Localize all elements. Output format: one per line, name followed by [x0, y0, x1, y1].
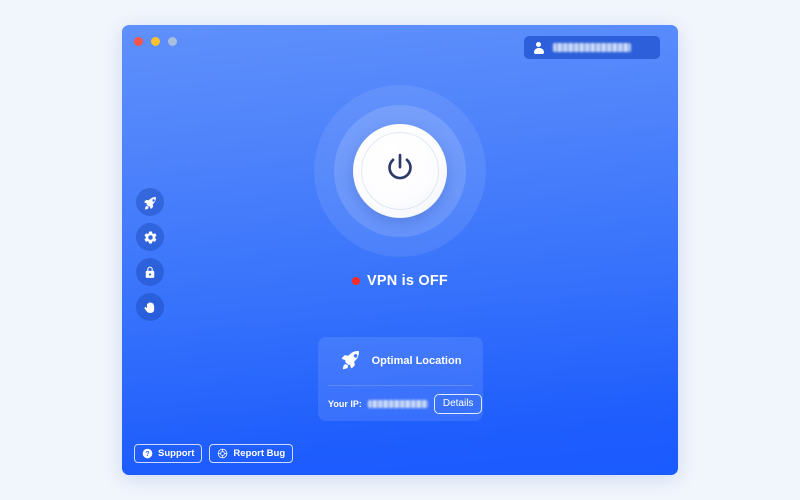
optimal-location-label: Optimal Location [371, 355, 462, 367]
support-label: Support [158, 448, 195, 459]
optimal-location-card: Optimal Location Your IP: Details [318, 337, 483, 421]
close-window-button[interactable] [134, 37, 143, 46]
vpn-power-toggle-button[interactable] [314, 85, 486, 257]
svg-text:?: ? [145, 451, 149, 458]
bug-target-icon [217, 448, 228, 459]
support-button[interactable]: ? Support [134, 444, 203, 463]
status-indicator-dot [352, 277, 361, 285]
rocket-icon [340, 348, 362, 375]
report-bug-button[interactable]: Report Bug [209, 444, 294, 463]
ip-value-redacted [367, 399, 428, 408]
report-bug-label: Report Bug [233, 448, 286, 459]
power-button-core [353, 124, 447, 218]
sidebar-item-block[interactable] [136, 293, 164, 321]
question-circle-icon: ? [142, 448, 153, 459]
details-button[interactable]: Details [433, 393, 483, 414]
optimal-location-row[interactable]: Optimal Location [318, 337, 483, 385]
status-label: VPN is OFF [367, 273, 448, 289]
power-area: VPN is OFF [122, 85, 678, 289]
account-username-redacted [553, 43, 631, 52]
window-titlebar [122, 25, 678, 67]
ip-row: Your IP: Details [318, 386, 483, 421]
power-icon [381, 150, 419, 193]
ip-label: Your IP: [328, 398, 362, 409]
vpn-app-window: VPN is OFF Optimal Location Your IP: Det… [122, 25, 678, 475]
bottom-bar: ? Support Report Bug [134, 444, 294, 463]
maximize-window-button[interactable] [168, 37, 177, 46]
person-icon [533, 41, 544, 54]
minimize-window-button[interactable] [151, 37, 160, 46]
hand-icon [143, 300, 157, 314]
vpn-status: VPN is OFF [352, 273, 448, 289]
traffic-light-controls [134, 37, 177, 46]
account-button[interactable] [524, 36, 660, 59]
